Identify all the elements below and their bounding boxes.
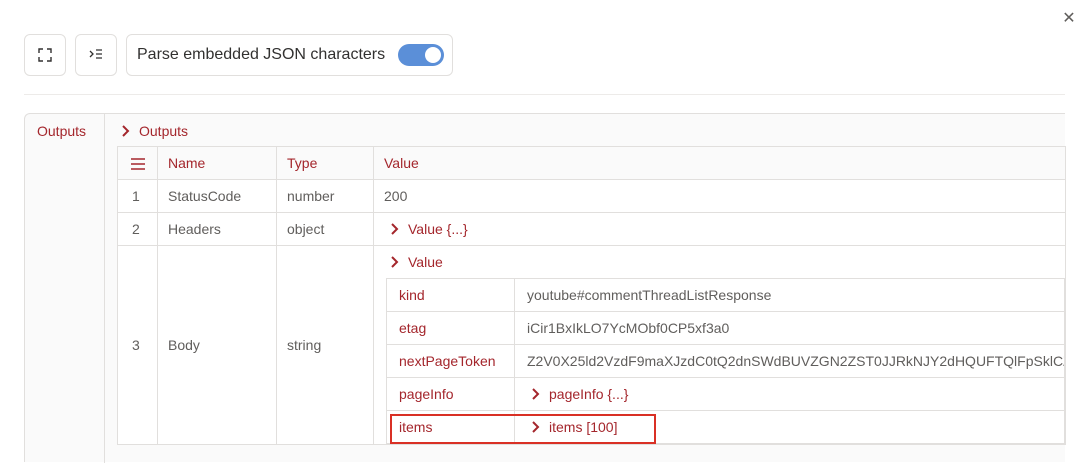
field-key: kind	[386, 278, 515, 312]
close-icon[interactable]: ✕	[1062, 10, 1075, 27]
parse-json-toggle[interactable]	[398, 44, 444, 66]
field-key: pageInfo	[386, 377, 515, 411]
parse-json-label: Parse embedded JSON characters	[137, 46, 386, 63]
column-header-type[interactable]: Type	[276, 146, 374, 180]
list-item: pageInfo pageInfo {...}	[386, 377, 1065, 411]
row-name: StatusCode	[157, 179, 277, 213]
row-value: 200	[373, 179, 1066, 213]
expand-button[interactable]	[24, 34, 66, 76]
expand-icon	[38, 48, 52, 62]
body-value-label: Value	[408, 254, 443, 270]
chevron-right-icon	[531, 420, 543, 433]
row-name: Body	[157, 245, 277, 445]
body-value-expander[interactable]: Value	[390, 254, 443, 270]
column-menu[interactable]	[117, 146, 158, 180]
field-value: iCir1BxIkLO7YcMObf0CP5xf3a0	[514, 311, 1065, 345]
table-header-row: Name Type Value	[117, 146, 1066, 180]
chevron-right-icon	[390, 256, 402, 268]
row-type: object	[276, 212, 374, 246]
list-item: items items [100]	[386, 410, 1065, 444]
column-header-value[interactable]: Value	[373, 146, 1066, 180]
field-value: Z2V0X25ld2VzdF9maXJzdC0tQ2dnSWdBUVZGN2ZS…	[514, 344, 1065, 378]
outputs-table: Name Type Value 1 StatusCode number 200 …	[117, 146, 1066, 445]
menu-icon[interactable]	[130, 158, 145, 171]
chevron-right-icon	[531, 387, 543, 400]
row-number: 2	[117, 212, 158, 246]
field-value: youtube#commentThreadListResponse	[514, 278, 1065, 312]
list-item: nextPageToken Z2V0X25ld2VzdF9maXJzdC0tQ2…	[386, 344, 1065, 378]
row-type: string	[276, 245, 374, 445]
row-number: 3	[117, 245, 158, 445]
body-fields-table: kind youtube#commentThreadListResponse e…	[386, 278, 1065, 444]
field-key: items	[386, 410, 515, 444]
outputs-header-label: Outputs	[139, 123, 189, 139]
headers-value-label: Value {...}	[408, 220, 468, 237]
field-key: etag	[386, 311, 515, 345]
table-row: 2 Headers object Value {...}	[117, 212, 1066, 246]
indent-list-icon	[89, 49, 102, 59]
close-button[interactable]: ✕	[1058, 8, 1080, 30]
row-name: Headers	[157, 212, 277, 246]
chevron-right-icon	[390, 222, 402, 235]
column-header-name[interactable]: Name	[157, 146, 277, 180]
field-key: nextPageToken	[386, 344, 515, 378]
indent-button[interactable]	[75, 34, 117, 76]
toggle-knob	[425, 47, 441, 63]
items-expander[interactable]: items [100]	[531, 419, 617, 435]
table-row: 3 Body string Value kind youtube#comment…	[117, 245, 1066, 445]
outputs-section-label: Outputs	[25, 114, 105, 463]
outputs-collapse-toggle[interactable]: Outputs	[121, 123, 188, 139]
pageinfo-label: pageInfo {...}	[549, 385, 629, 402]
pageinfo-expander[interactable]: pageInfo {...}	[531, 386, 628, 402]
headers-value-expander[interactable]: Value {...}	[390, 221, 468, 237]
list-item: kind youtube#commentThreadListResponse	[386, 278, 1065, 312]
divider	[24, 94, 1065, 95]
row-number: 1	[117, 179, 158, 213]
chevron-right-icon	[121, 125, 133, 137]
outputs-panel: Outputs Outputs Name Type Value 1 Status…	[24, 113, 1066, 463]
list-item: etag iCir1BxIkLO7YcMObf0CP5xf3a0	[386, 311, 1065, 345]
row-type: number	[276, 179, 374, 213]
items-label: items [100]	[549, 418, 618, 435]
parse-json-toggle-group: Parse embedded JSON characters	[126, 34, 453, 76]
table-row: 1 StatusCode number 200	[117, 179, 1066, 213]
